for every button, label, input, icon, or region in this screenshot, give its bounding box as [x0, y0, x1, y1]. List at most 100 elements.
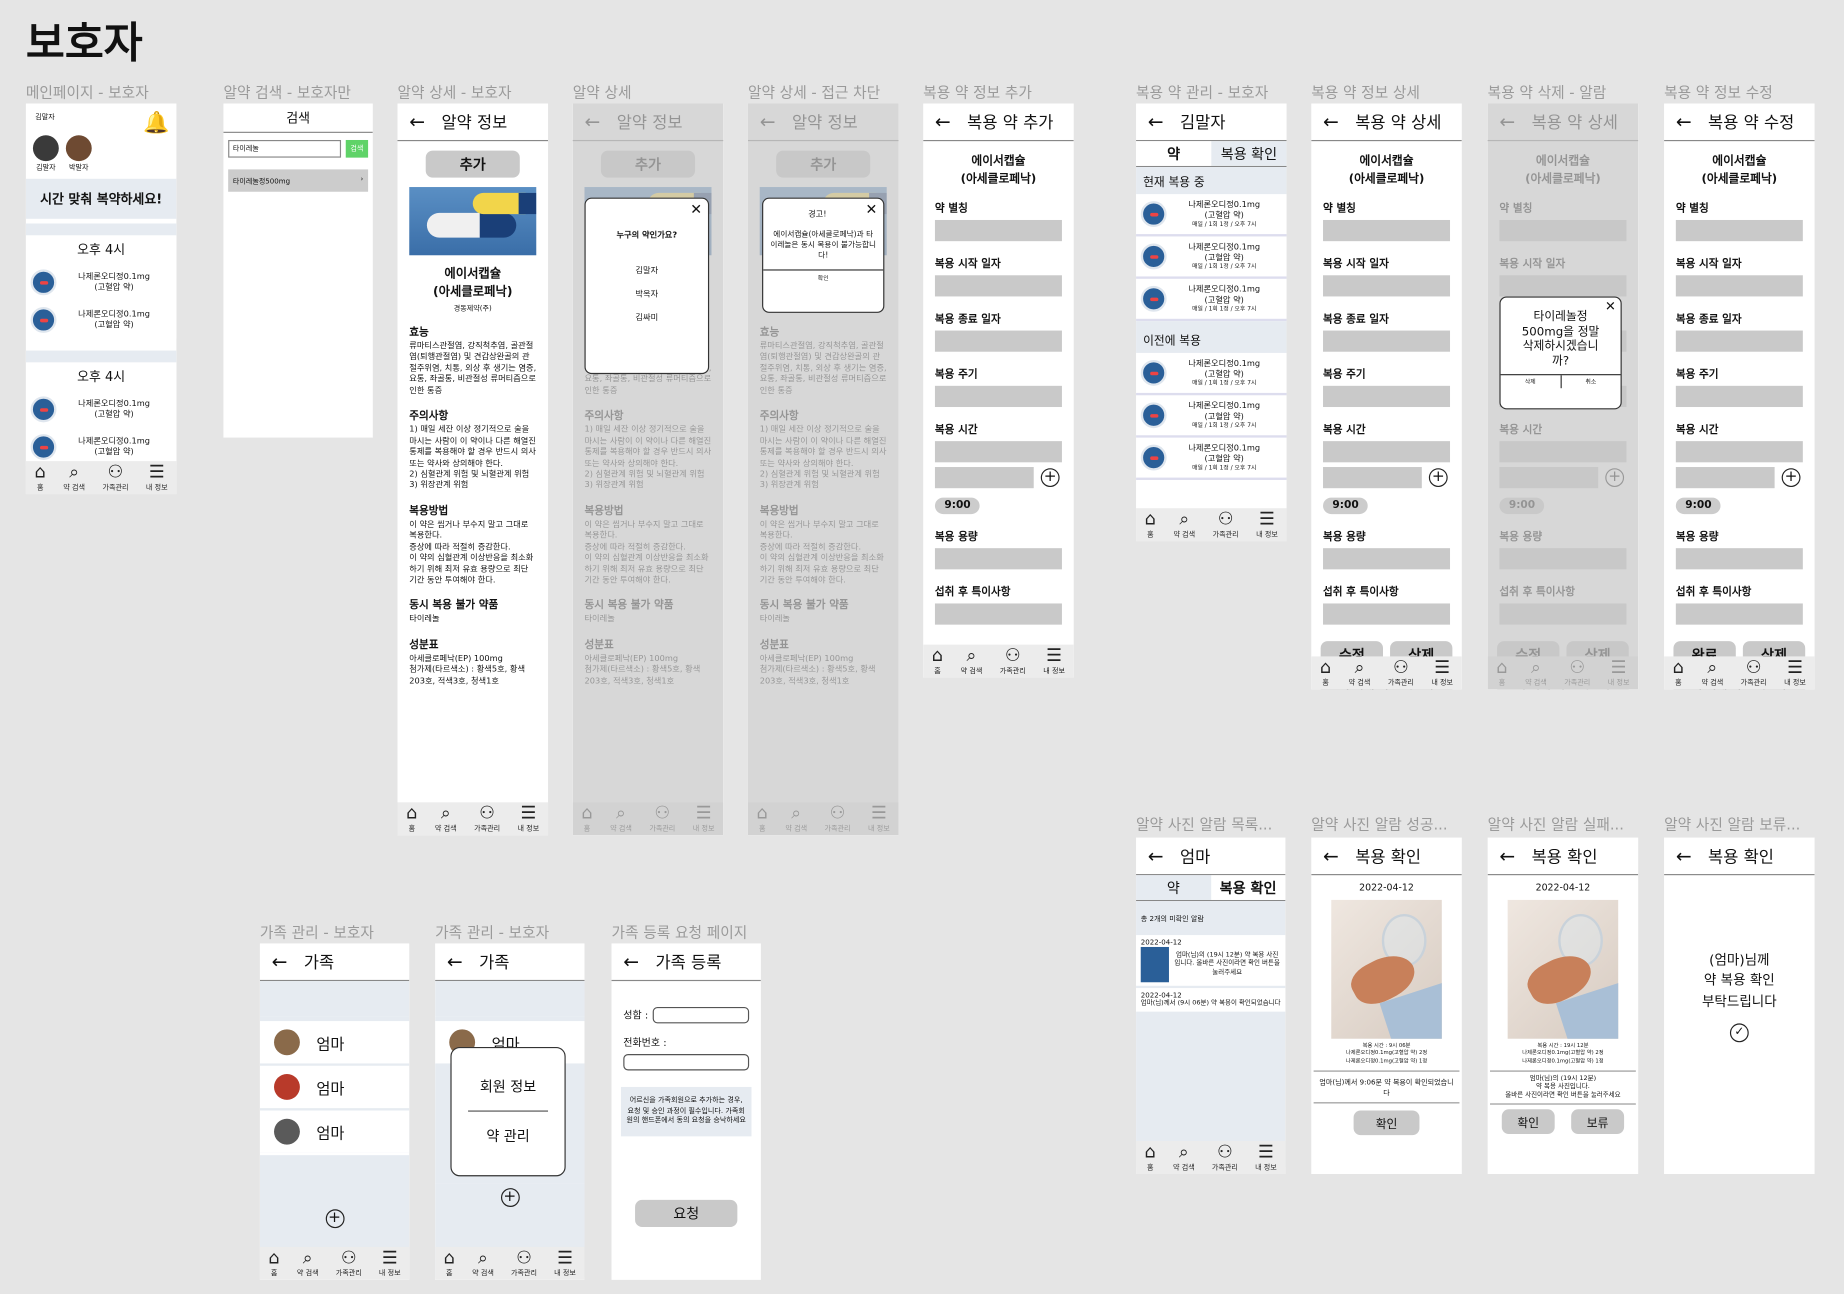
nav-family[interactable]: ⚇가족관리: [1212, 1143, 1238, 1172]
user-avatar[interactable]: 김말자: [32, 135, 59, 172]
drug-row[interactable]: 나제론오디정0.1mg (고혈압 약) 매일 / 1회 1정 / 오후 7시: [1136, 395, 1287, 438]
search-input[interactable]: 타이레놀: [228, 139, 341, 158]
drug-row[interactable]: 나제론오디정0.1mg (고혈압 약): [26, 301, 177, 339]
tab-drug[interactable]: 약: [1136, 141, 1212, 166]
field-input[interactable]: [1675, 330, 1803, 352]
nav-myinfo[interactable]: ☰내 정보: [1043, 646, 1065, 675]
field-input[interactable]: [1323, 219, 1451, 242]
back-arrow-icon[interactable]: ←: [1148, 111, 1164, 133]
time-chip[interactable]: 9:00: [1675, 497, 1721, 515]
name-input[interactable]: [652, 1006, 750, 1024]
nav-myinfo[interactable]: ☰내 정보: [554, 1249, 576, 1278]
field-input[interactable]: [1675, 219, 1803, 242]
nav-search[interactable]: ⌕약 검색: [1349, 658, 1371, 687]
nav-family[interactable]: ⚇가족관리: [1388, 658, 1414, 687]
nav-myinfo[interactable]: ☰내 정보: [1255, 1143, 1277, 1172]
time-input[interactable]: [934, 467, 1034, 489]
nav-family[interactable]: ⚇가족관리: [511, 1249, 537, 1278]
field-input[interactable]: [934, 548, 1062, 570]
nav-home[interactable]: ⌂홈: [1320, 658, 1331, 687]
phone-input[interactable]: [623, 1054, 750, 1071]
close-icon[interactable]: ✕: [865, 201, 877, 220]
add-button[interactable]: 추가: [425, 150, 520, 178]
back-arrow-icon[interactable]: ←: [1148, 845, 1164, 867]
drug-row[interactable]: 나제론오디정0.1mg (고혈압 약): [26, 391, 177, 429]
back-arrow-icon[interactable]: ←: [623, 950, 639, 972]
nav-search[interactable]: ⌕약 검색: [1173, 510, 1195, 539]
time-input[interactable]: [1323, 467, 1422, 489]
back-arrow-icon[interactable]: ←: [1323, 111, 1339, 133]
nav-search[interactable]: ⌕약 검색: [297, 1249, 319, 1278]
tab-confirm[interactable]: 복용 확인: [1211, 141, 1287, 166]
drug-row[interactable]: 나제론오디정0.1mg (고혈압 약) 매일 / 1회 1정 / 오후 7시: [1136, 194, 1287, 237]
back-arrow-icon[interactable]: ←: [1323, 845, 1339, 867]
drug-row[interactable]: 나제론오디정0.1mg (고혈압 약) 매일 / 1회 1정 / 오후 7시: [1136, 236, 1287, 279]
alarm-item[interactable]: 2022-04-12 엄마(님)께서 (9시 06분) 약 복용이 확인되었습니다: [1136, 988, 1286, 1015]
owner-option[interactable]: 박옥자: [586, 288, 708, 300]
nav-family[interactable]: ⚇가족관리: [336, 1249, 362, 1278]
nav-myinfo[interactable]: ☰내 정보: [1784, 658, 1806, 687]
nav-home[interactable]: ⌂홈: [932, 646, 943, 675]
family-member[interactable]: 엄마: [259, 1065, 410, 1109]
back-arrow-icon[interactable]: ←: [409, 111, 425, 133]
back-arrow-icon[interactable]: ←: [447, 950, 463, 972]
nav-home[interactable]: ⌂홈: [1673, 658, 1684, 687]
tab-drug[interactable]: 약: [1136, 875, 1211, 900]
field-input[interactable]: [1675, 548, 1803, 570]
confirm-button[interactable]: 확인: [1353, 1110, 1420, 1136]
nav-search[interactable]: ⌕약 검색: [1701, 658, 1723, 687]
field-input[interactable]: [934, 275, 1062, 297]
nav-search[interactable]: ⌕약 검색: [472, 1249, 494, 1278]
back-arrow-icon[interactable]: ←: [935, 111, 951, 133]
family-member[interactable]: 엄마: [259, 1110, 410, 1153]
back-arrow-icon[interactable]: ←: [1499, 845, 1515, 867]
confirm-delete-button[interactable]: 삭제: [1501, 375, 1562, 389]
add-time-icon[interactable]: +: [1040, 468, 1060, 488]
back-arrow-icon[interactable]: ←: [1676, 111, 1692, 133]
cancel-button[interactable]: 취소: [1561, 375, 1620, 388]
time-input[interactable]: [1675, 467, 1775, 489]
search-button[interactable]: 검색: [345, 139, 369, 158]
field-input[interactable]: [934, 330, 1062, 352]
bell-icon[interactable]: 🔔: [143, 111, 169, 136]
field-input[interactable]: [934, 603, 1062, 625]
add-member-icon[interactable]: +: [325, 1209, 344, 1229]
search-result[interactable]: 타이레놀정500mg ›: [228, 169, 369, 192]
nav-home[interactable]: ⌂홈: [35, 463, 46, 492]
nav-myinfo[interactable]: ☰내 정보: [1256, 510, 1278, 539]
nav-myinfo[interactable]: ☰내 정보: [379, 1249, 401, 1278]
nav-home[interactable]: ⌂홈: [268, 1249, 279, 1278]
nav-home[interactable]: ⌂홈: [444, 1249, 455, 1278]
field-input[interactable]: [1323, 330, 1451, 352]
field-input[interactable]: [1675, 385, 1803, 408]
nav-search[interactable]: ⌕약 검색: [961, 646, 983, 675]
field-input[interactable]: [1675, 603, 1803, 625]
add-time-icon[interactable]: +: [1781, 468, 1801, 488]
family-member[interactable]: 엄마: [259, 1021, 410, 1064]
tab-confirm[interactable]: 복용 확인: [1210, 875, 1286, 900]
nav-search[interactable]: ⌕약 검색: [1173, 1143, 1195, 1172]
field-input[interactable]: [934, 441, 1062, 463]
nav-search[interactable]: ⌕약 검색: [435, 804, 457, 833]
time-chip[interactable]: 9:00: [934, 497, 981, 515]
nav-myinfo[interactable]: ☰내 정보: [1431, 658, 1453, 687]
drug-row[interactable]: 나제론오디정0.1mg (고혈압 약) 매일 / 1회 1정 / 오후 7시: [1136, 438, 1287, 480]
nav-family[interactable]: ⚇가족관리: [1000, 646, 1026, 675]
field-input[interactable]: [1323, 441, 1451, 463]
user-avatar[interactable]: 박말자: [65, 135, 92, 172]
add-time-icon[interactable]: +: [1428, 468, 1448, 488]
back-arrow-icon[interactable]: ←: [1676, 845, 1692, 867]
confirm-button[interactable]: 확인: [1501, 1109, 1555, 1135]
menu-drug-manage[interactable]: 약 관리: [452, 1126, 565, 1146]
nav-myinfo[interactable]: ☰내 정보: [146, 463, 168, 492]
field-input[interactable]: [934, 219, 1062, 242]
menu-member-info[interactable]: 회원 정보: [468, 1076, 549, 1112]
close-icon[interactable]: ✕: [586, 199, 708, 220]
drug-row[interactable]: 나제론오디정0.1mg (고혈압 약) 매일 / 1회 1정 / 오후 7시: [1136, 279, 1287, 322]
drug-row[interactable]: 나제론오디정0.1mg (고혈압 약): [26, 264, 177, 302]
owner-option[interactable]: 김말자: [586, 265, 708, 277]
field-input[interactable]: [1323, 603, 1451, 625]
nav-family[interactable]: ⚇가족관리: [1741, 658, 1767, 687]
nav-home[interactable]: ⌂홈: [1145, 1143, 1156, 1172]
field-input[interactable]: [1323, 275, 1451, 297]
